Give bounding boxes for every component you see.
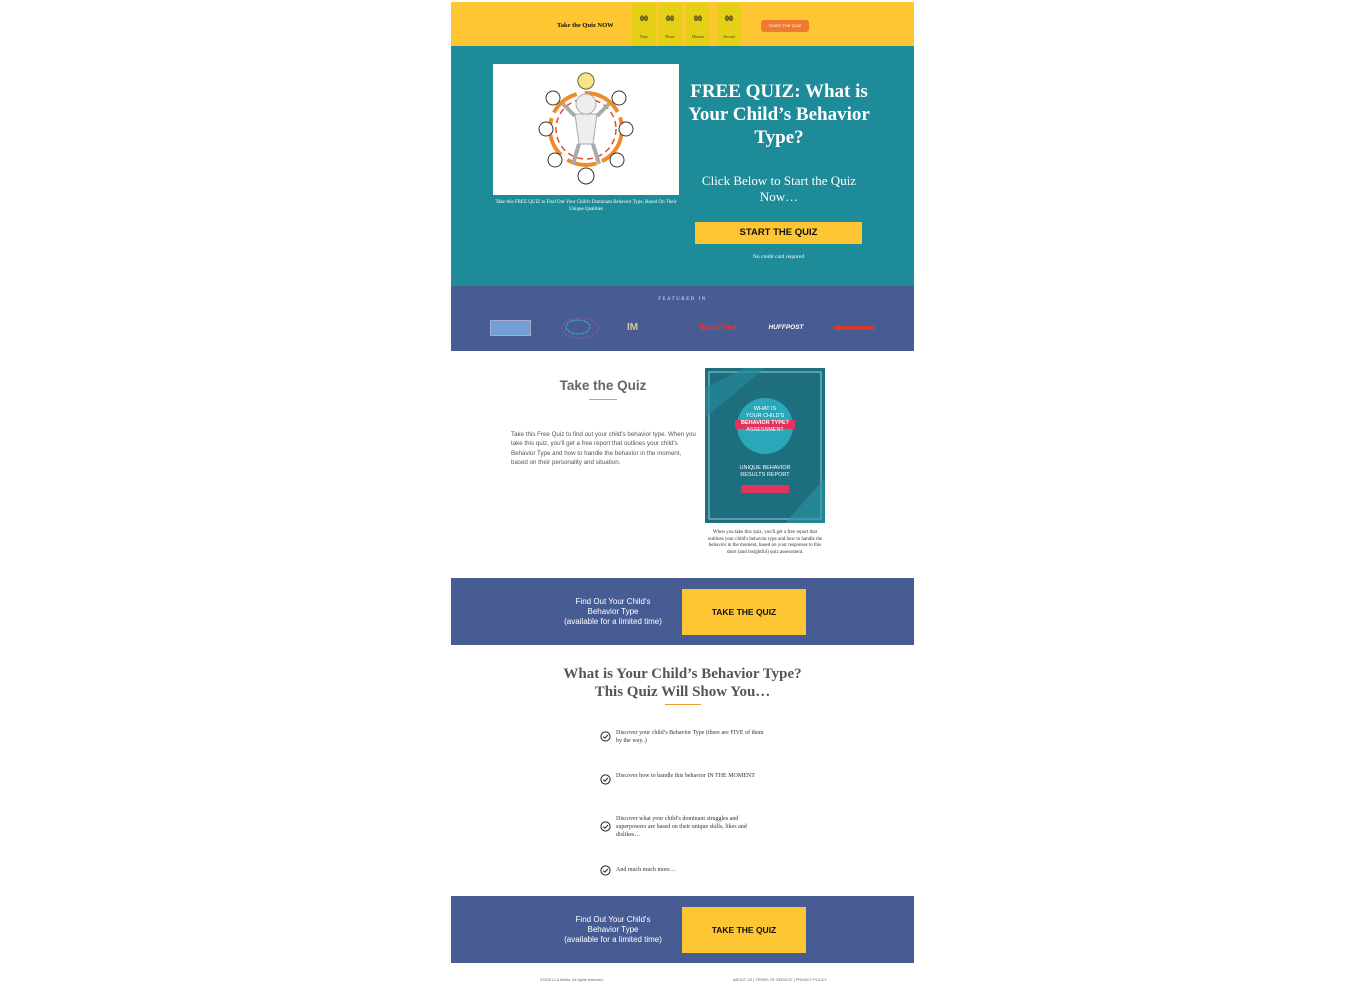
what-is-heading-line-1: What is Your Child’s Behavior Type? [563, 666, 802, 682]
cta-2-line-1: Find Out Your Child's [575, 915, 651, 924]
cta-2-line-2: Behavior Type [587, 925, 639, 934]
countdown-hours-value: 00 [666, 14, 674, 23]
book-line-1: WHAT IS [753, 406, 777, 412]
take-quiz-description: Take this Free Quiz to find out your chi… [511, 431, 696, 466]
countdown-days-unit: Days [640, 35, 648, 39]
featured-logo-6 [834, 326, 874, 330]
book-line-2: YOUR CHILD'S [745, 412, 785, 419]
countdown-days-value: 00 [640, 14, 648, 23]
benefit-item: Discover what your child’s dominant stru… [616, 816, 747, 838]
what-is-heading: What is Your Child’s Behavior Type? This… [451, 665, 914, 701]
report-book-cover: WHAT IS YOUR CHILD'S BEHAVIOR TYPE? ASSE… [705, 368, 825, 523]
countdown-seconds: 00 Second [717, 4, 741, 46]
take-quiz-divider [589, 399, 617, 400]
cta-2-line-3: (available for a limited time) [564, 935, 662, 944]
featured-in-section: FEATURED IN IM BuzzFeed HUFFPOST [451, 286, 914, 351]
topbar-label: Take the Quiz NOW [557, 22, 614, 29]
book-line-4: ASSESSMENT [746, 426, 784, 433]
featured-in-title: FEATURED IN [658, 297, 707, 302]
check-circle-icon [600, 821, 611, 832]
cta-1-take-quiz-button[interactable]: TAKE THE QUIZ [682, 589, 806, 635]
topbar-start-quiz-button[interactable]: START THE QUIZ [761, 20, 809, 32]
benefit-item: Discover how to handle this behavior IN … [616, 773, 755, 779]
countdown-minutes-unit: Minutes [691, 35, 705, 39]
hero-subtitle: Click Below to Start the Quiz Now… [701, 173, 857, 205]
im-logo: IM [627, 322, 639, 333]
footer-copyright: ©2020 LLA Media. All rights reserved. [540, 978, 604, 982]
behavior-wheel-image [493, 64, 679, 195]
cta-1-line-1: Find Out Your Child's [575, 597, 651, 606]
cta-1-line-3: (available for a limited time) [564, 617, 662, 626]
cta-1-line-2: Behavior Type [587, 607, 639, 616]
countdown-hours: 00 Hours [658, 4, 682, 46]
countdown-seconds-value: 00 [725, 14, 733, 23]
huffpost-logo: HUFFPOST [768, 324, 804, 331]
cta-band-1: Find Out Your Child's Behavior Type (ava… [451, 578, 914, 645]
book-caption: When you take this quiz, you'll get a fr… [707, 530, 823, 555]
cta-band-2: Find Out Your Child's Behavior Type (ava… [451, 896, 914, 963]
countdown-minutes: 00 Minutes [686, 4, 710, 46]
countdown-minutes-value: 00 [694, 14, 702, 23]
take-quiz-heading: Take the Quiz [559, 378, 647, 393]
countdown-days: 00 Days [632, 4, 656, 46]
check-circle-icon [600, 774, 611, 785]
what-is-divider [665, 704, 701, 705]
landing-page: Take the Quiz NOW 00 Days 00 Hours 00 Mi… [451, 0, 914, 1000]
benefit-item: And much much more… [616, 867, 676, 873]
cta-2-text: Find Out Your Child's Behavior Type (ava… [553, 915, 673, 945]
countdown-hours-unit: Hours [665, 35, 675, 39]
cta-2-take-quiz-button[interactable]: TAKE THE QUIZ [682, 907, 806, 953]
hero-section: Take this FREE QUIZ to Find Out Your Chi… [451, 46, 914, 286]
check-circle-icon [600, 731, 611, 742]
hero-start-quiz-button[interactable]: START THE QUIZ [695, 222, 862, 244]
hero-title: FREE QUIZ: What is Your Child’s Behavior… [688, 81, 870, 149]
featured-logo-1 [490, 320, 531, 336]
brain-network-logo [558, 314, 602, 342]
countdown-bar: Take the Quiz NOW 00 Days 00 Hours 00 Mi… [451, 2, 914, 46]
check-circle-icon [600, 865, 611, 876]
book-line-6: RESULTS REPORT [740, 471, 790, 478]
footer-links[interactable]: ABOUT US | TERMS OF SERVICE | PRIVACY PO… [733, 978, 827, 982]
book-line-3: BEHAVIOR TYPE? [741, 419, 789, 426]
no-credit-card-note: No credit card required [752, 254, 805, 260]
countdown-seconds-unit: Second [723, 35, 735, 39]
cta-1-text: Find Out Your Child's Behavior Type (ava… [553, 597, 673, 627]
book-line-5: UNIQUE BEHAVIOR [739, 465, 791, 471]
hero-image-caption: Take this FREE QUIZ to Find Out Your Chi… [495, 200, 677, 212]
benefit-item: Discover your child’s Behavior Type (the… [616, 730, 764, 744]
what-is-heading-line-2: This Quiz Will Show You… [594, 684, 771, 700]
buzzfeed-logo: BuzzFeed [699, 323, 737, 332]
